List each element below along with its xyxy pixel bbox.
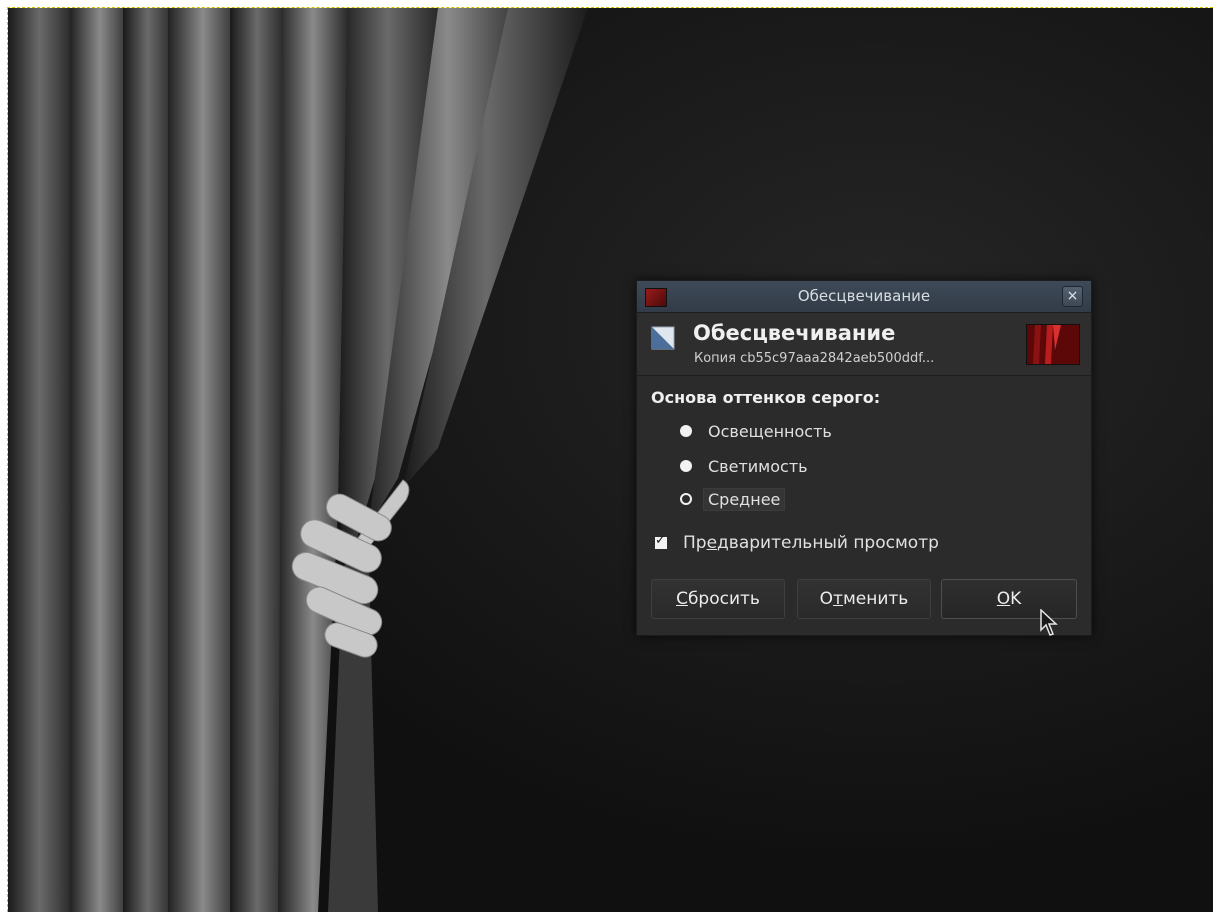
filter-name: Обесцвечивание [693,321,896,345]
radio-indicator[interactable] [680,460,692,472]
window-title: Обесцвечивание [797,287,931,305]
image-name: Копия cb55c97aaa2842aeb500ddf... [694,351,935,366]
close-icon[interactable]: × [1062,286,1083,307]
section-label: Основа оттенков серого: [651,388,881,407]
image-thumbnail [1026,324,1080,365]
dialog-titlebar[interactable]: Обесцвечивание × [637,281,1091,313]
cancel-button[interactable]: Отменить [797,579,931,619]
preview-checkbox[interactable]: ✓ [655,533,667,549]
reset-button[interactable]: Сбросить [651,579,785,619]
radio-indicator[interactable] [680,493,692,505]
radio-indicator[interactable] [680,425,692,437]
radio-average[interactable]: Среднее [680,486,786,512]
preview-checkbox-row[interactable]: ✓ Предварительный просмотр [655,531,939,555]
desaturate-icon [651,326,675,350]
radio-label: Светимость [708,456,808,476]
mouse-pointer-icon [1040,609,1058,636]
preview-label: Предварительный просмотр [683,533,939,553]
desaturate-dialog: Обесцвечивание × Обесцвечивание Копия cb… [636,280,1092,636]
radio-label: Среднее [703,487,786,511]
dialog-header: Обесцвечивание Копия cb55c97aaa2842aeb50… [637,313,1091,376]
check-icon: ✓ [655,533,666,548]
radio-lightness[interactable]: Освещенность [680,418,832,444]
radio-luminosity[interactable]: Светимость [680,453,808,479]
radio-label: Освещенность [708,421,832,441]
